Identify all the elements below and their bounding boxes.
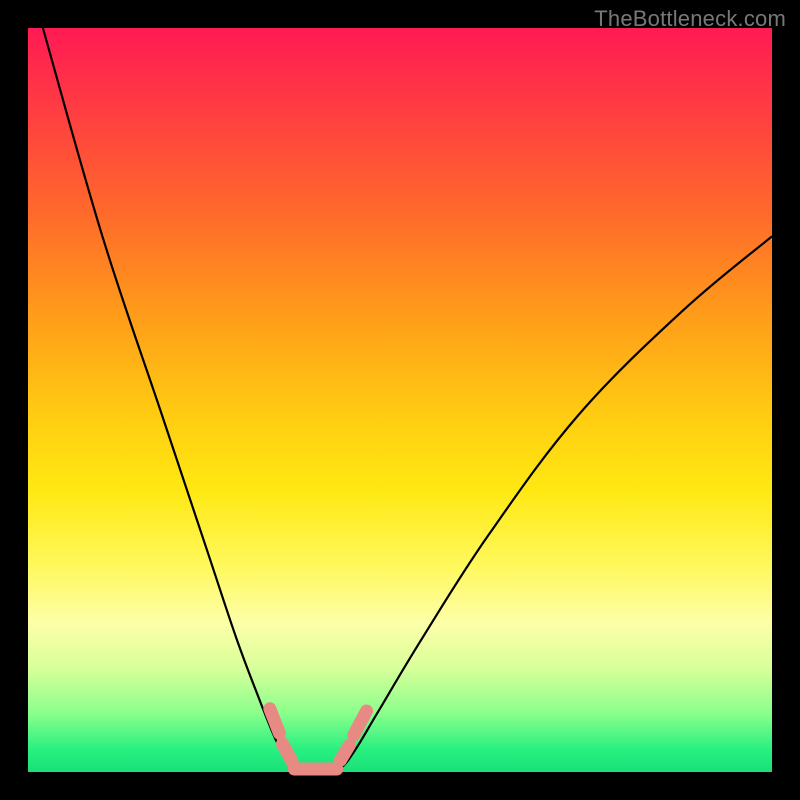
watermark-text: TheBottleneck.com bbox=[594, 6, 786, 32]
highlight-left-lower bbox=[282, 744, 292, 762]
chart-frame: TheBottleneck.com bbox=[0, 0, 800, 800]
highlight-right-upper bbox=[354, 711, 367, 735]
plot-area bbox=[28, 28, 772, 772]
chart-svg bbox=[28, 28, 772, 772]
highlight-group bbox=[270, 709, 367, 769]
bottleneck-curve bbox=[43, 28, 772, 773]
highlight-right-lower bbox=[340, 745, 349, 760]
highlight-left-upper bbox=[270, 709, 280, 734]
